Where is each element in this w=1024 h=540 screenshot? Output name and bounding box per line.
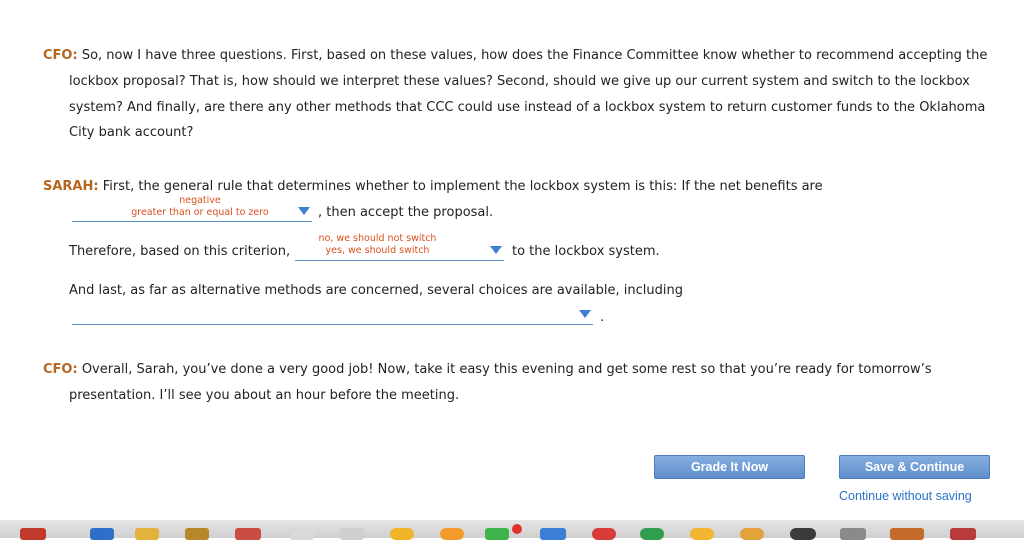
dialogue-text: So, now I have three questions. First, b… <box>81 48 988 63</box>
speaker-label: CFO: <box>43 362 78 377</box>
notification-badge <box>512 524 522 534</box>
dialogue-text: And last, as far as alternative methods … <box>69 283 683 298</box>
sarah-intro-line: SARAH: First, the general rule that dete… <box>43 179 823 194</box>
dialogue-text: Therefore, based on this criterion, <box>69 244 291 259</box>
app-icon[interactable] <box>540 528 566 540</box>
app-icon[interactable] <box>690 528 714 540</box>
dialogue-text: system? And finally, are there any other… <box>69 99 986 115</box>
app-icon[interactable] <box>90 528 114 540</box>
app-icon[interactable] <box>290 528 314 540</box>
speaker-label: SARAH: <box>43 179 99 194</box>
app-icon[interactable] <box>390 528 414 540</box>
cfo-closing-paragraph: CFO: Overall, Sarah, you’ve done a very … <box>43 357 1003 409</box>
continue-without-saving-link[interactable]: Continue without saving <box>839 489 972 503</box>
dialogue-text: First, the general rule that determines … <box>102 179 823 194</box>
app-icon[interactable] <box>340 528 364 540</box>
save-and-continue-button[interactable]: Save & Continue <box>839 455 990 479</box>
app-icon[interactable] <box>950 528 976 540</box>
dialogue-text: Overall, Sarah, you’ve done a very good … <box>81 362 932 377</box>
app-icon[interactable] <box>235 528 261 540</box>
app-icon[interactable] <box>890 528 924 540</box>
calendar-icon[interactable] <box>20 528 46 540</box>
grade-it-now-button[interactable]: Grade It Now <box>654 455 805 479</box>
dock-bar <box>0 520 1024 540</box>
chevron-down-icon <box>490 246 502 254</box>
app-icon[interactable] <box>790 528 816 540</box>
dialogue-text: to the lockbox system. <box>512 244 660 259</box>
dialogue-text: lockbox proposal? That is, how should we… <box>69 73 970 89</box>
cfo-intro-paragraph: CFO: So, now I have three questions. Fir… <box>43 43 1003 146</box>
switch-decision-dropdown[interactable] <box>295 238 504 261</box>
app-icon[interactable] <box>440 528 464 540</box>
alternative-methods-dropdown[interactable] <box>72 302 593 325</box>
dialogue-text: , then accept the proposal. <box>318 205 494 220</box>
notes-icon[interactable] <box>135 528 159 540</box>
dialogue-text: presentation. I’ll see you about an hour… <box>69 387 460 403</box>
dialogue-text: City bank account? <box>69 125 194 141</box>
app-icon[interactable] <box>840 528 866 540</box>
period-text: . <box>600 310 605 325</box>
chevron-down-icon <box>298 207 310 215</box>
app-icon[interactable] <box>640 528 664 540</box>
app-icon[interactable] <box>185 528 209 540</box>
app-icon[interactable] <box>592 528 616 540</box>
messages-icon[interactable] <box>485 528 509 540</box>
speaker-label: CFO: <box>43 48 78 63</box>
net-benefits-dropdown[interactable] <box>72 199 312 222</box>
app-icon[interactable] <box>740 528 764 540</box>
chevron-down-icon <box>579 310 591 318</box>
